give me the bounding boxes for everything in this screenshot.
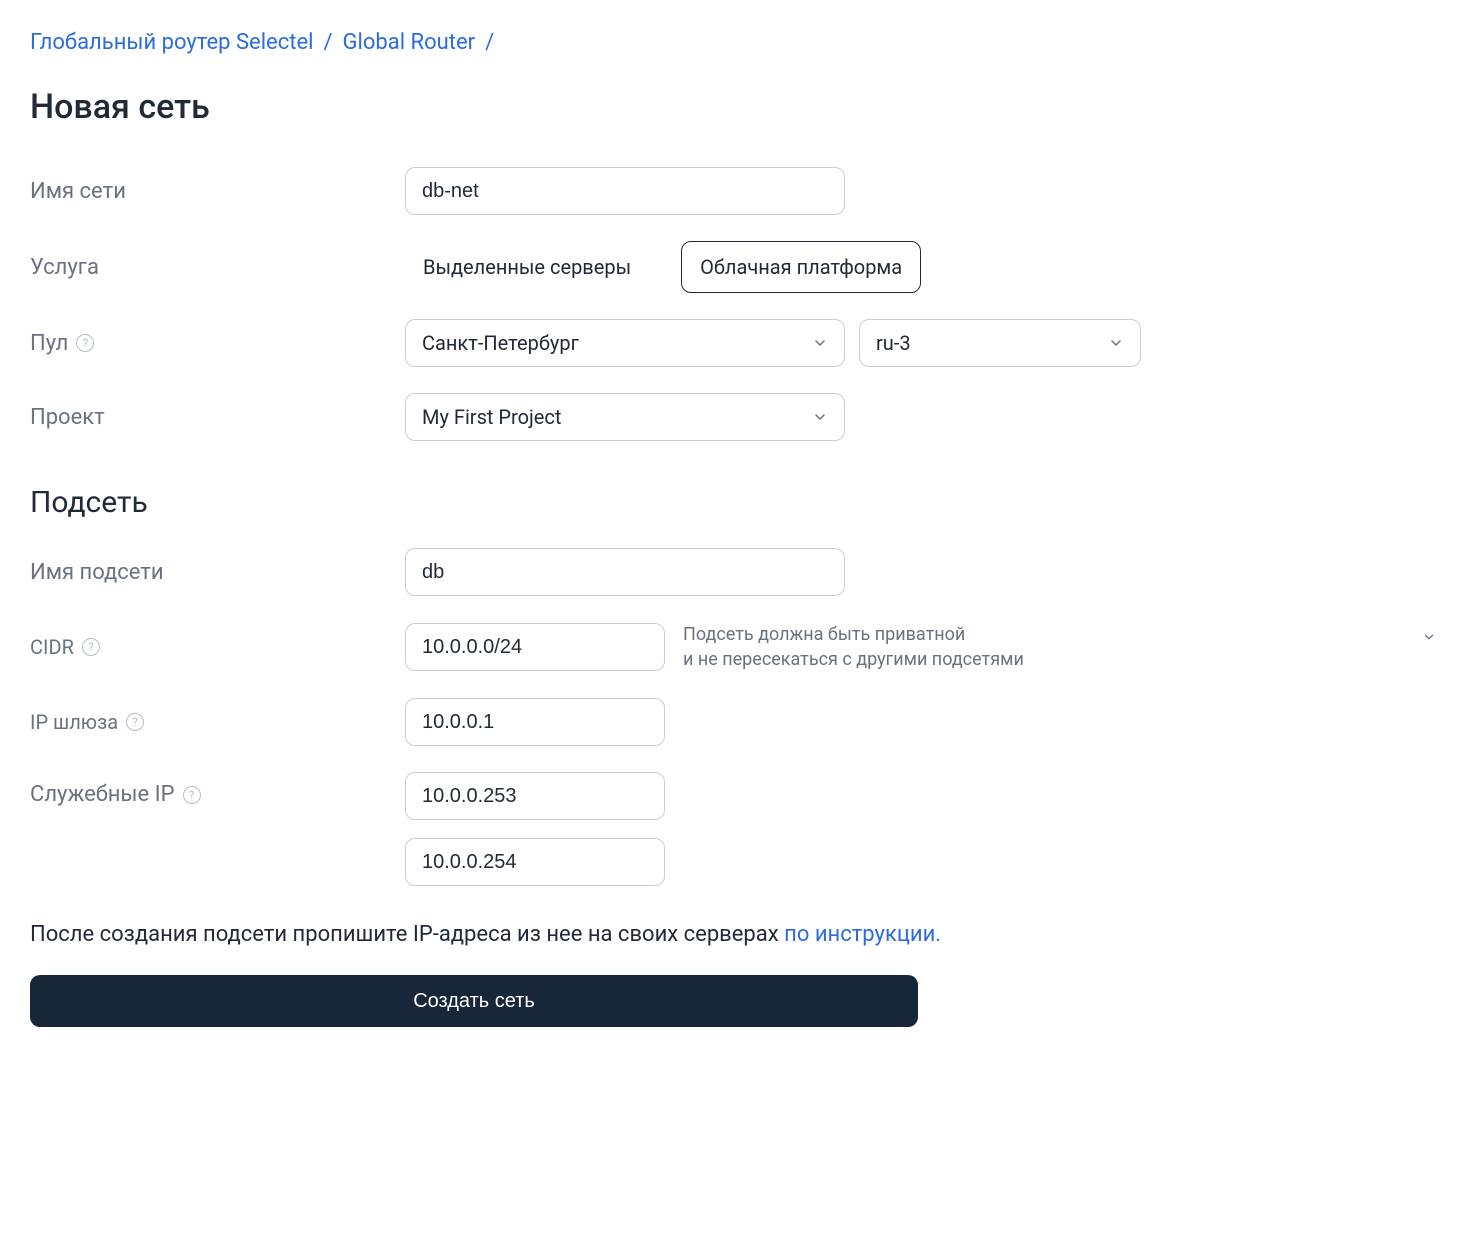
project-select[interactable]: My First Project <box>405 393 845 441</box>
service-ip-1-input[interactable] <box>405 772 665 820</box>
pool-city-select[interactable]: Санкт-Петербург <box>405 319 845 367</box>
chevron-down-icon[interactable] <box>1422 626 1436 651</box>
pool-label-text: Пул <box>30 331 68 356</box>
breadcrumb-global-router-selectel[interactable]: Глобальный роутер Selectel <box>30 30 313 55</box>
help-icon[interactable]: ? <box>82 638 100 656</box>
instructions-link[interactable]: по инструкции. <box>784 922 941 947</box>
chevron-down-icon <box>812 335 828 351</box>
service-ip-2-field[interactable] <box>422 851 648 874</box>
breadcrumb: Глобальный роутер Selectel / Global Rout… <box>30 30 1436 55</box>
create-network-button[interactable]: Создать сеть <box>30 975 918 1027</box>
pool-region-select[interactable]: ru-3 <box>859 319 1141 367</box>
page-title: Новая сеть <box>30 87 1436 127</box>
project-value: My First Project <box>422 405 561 429</box>
project-label: Проект <box>30 405 405 430</box>
breadcrumb-separator: / <box>323 30 332 55</box>
service-ips-label: Служебные IP ? <box>30 772 405 807</box>
help-icon[interactable]: ? <box>126 713 144 731</box>
pool-city-value: Санкт-Петербург <box>422 331 579 355</box>
cidr-input[interactable] <box>405 623 665 671</box>
cidr-label: CIDR ? <box>30 635 405 659</box>
gateway-label-text: IP шлюза <box>30 710 118 734</box>
info-text-body: После создания подсети пропишите IP-адре… <box>30 922 784 947</box>
network-name-field[interactable] <box>422 180 828 203</box>
cidr-note: Подсеть должна быть приватной и не перес… <box>683 622 1436 672</box>
pool-label: Пул ? <box>30 331 405 356</box>
service-ip-1-field[interactable] <box>422 785 648 808</box>
chevron-down-icon <box>1108 335 1124 351</box>
subnet-name-label: Имя подсети <box>30 560 405 585</box>
help-icon[interactable]: ? <box>183 786 201 804</box>
gateway-input[interactable] <box>405 698 665 746</box>
breadcrumb-separator: / <box>485 30 494 55</box>
chevron-down-icon <box>812 409 828 425</box>
service-ips-label-text: Служебные IP <box>30 782 175 807</box>
breadcrumb-global-router[interactable]: Global Router <box>343 30 476 55</box>
service-label: Услуга <box>30 255 405 280</box>
subnet-name-input[interactable] <box>405 548 845 596</box>
cidr-note-line2: и не пересекаться с другими подсетями <box>683 647 1024 672</box>
service-option-cloud[interactable]: Облачная платформа <box>681 241 921 293</box>
cidr-note-line1: Подсеть должна быть приватной <box>683 622 1024 647</box>
service-ip-2-input[interactable] <box>405 838 665 886</box>
cidr-label-text: CIDR <box>30 635 74 659</box>
subnet-name-field[interactable] <box>422 561 828 584</box>
info-text: После создания подсети пропишите IP-адре… <box>30 922 1436 947</box>
subnet-title: Подсеть <box>30 485 1436 520</box>
network-name-label: Имя сети <box>30 179 405 204</box>
network-name-input[interactable] <box>405 167 845 215</box>
cidr-field[interactable] <box>422 636 648 659</box>
pool-region-value: ru-3 <box>876 331 911 355</box>
service-option-dedicated[interactable]: Выделенные серверы <box>405 241 649 293</box>
help-icon[interactable]: ? <box>76 334 94 352</box>
gateway-label: IP шлюза ? <box>30 710 405 734</box>
gateway-field[interactable] <box>422 711 648 734</box>
